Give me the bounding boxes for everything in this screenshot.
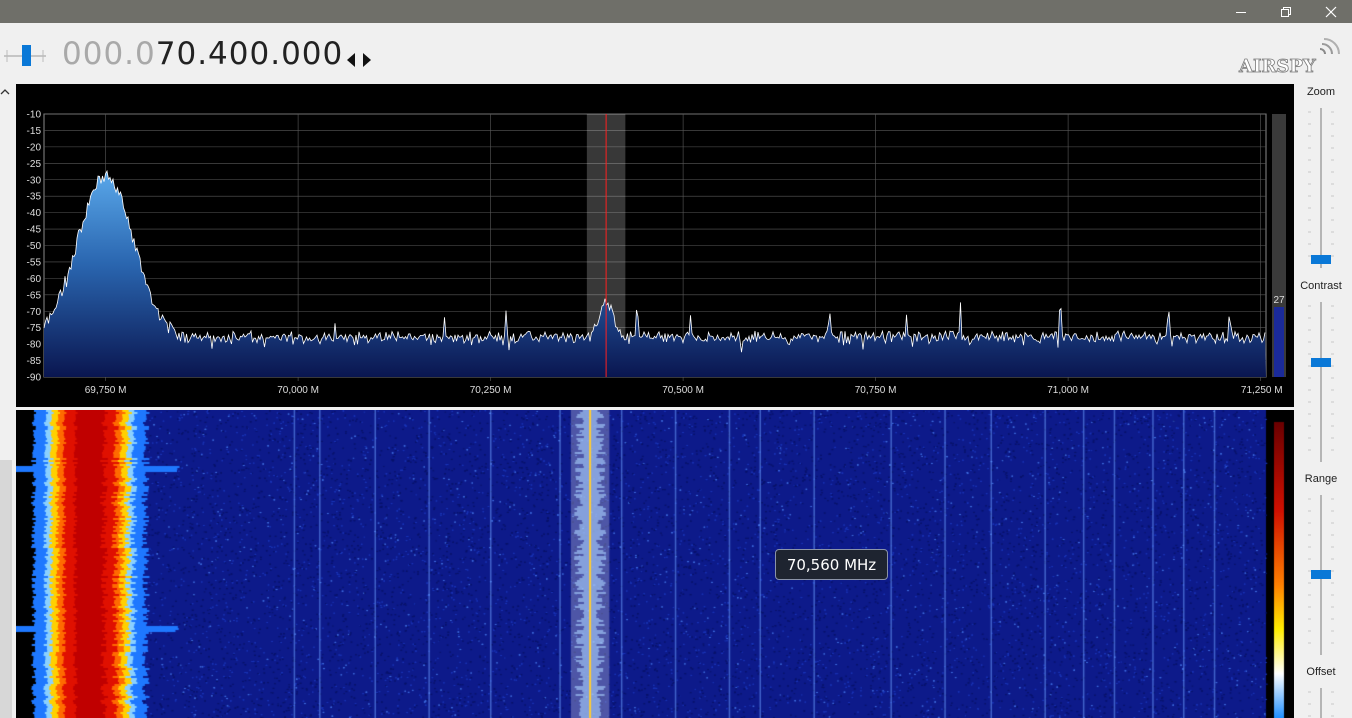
frequency-leading-digits[interactable]: 000.0 [62,36,156,72]
slider-thumb[interactable] [1311,358,1331,367]
freq-tick-label: 71,250 M [1241,385,1283,396]
freq-tick-label: 71,000 M [1047,385,1089,396]
db-tick-label: -85 [27,356,42,367]
db-tick-label: -80 [27,340,42,351]
contrast-slider[interactable] [1304,302,1338,462]
tune-right-icon[interactable] [363,53,371,67]
db-tick-label: -30 [27,175,42,186]
waterfall-canvas[interactable] [16,410,1294,718]
db-tick-label: -15 [27,126,42,137]
minimize-icon [1236,11,1246,13]
db-tick-label: -60 [27,274,42,285]
db-tick-label: -40 [27,208,42,219]
level-meter-fill [1274,307,1284,377]
db-tick-label: -35 [27,192,42,203]
close-button[interactable] [1308,0,1352,23]
start-stop-slider[interactable] [4,42,46,70]
title-bar [0,0,1352,23]
offset-slider[interactable] [1304,688,1338,718]
db-tick-label: -25 [27,159,42,170]
collapse-panel-icon[interactable] [0,86,12,102]
freq-tick-label: 70,250 M [470,385,512,396]
frequency-hover-tooltip: 70,560 MHz [775,549,888,580]
spectrum-analyzer[interactable]: -10 -15 -20 -25 -30 -35 -40 -45 -50 -55 -60 -65 -70 -… [16,84,1294,407]
slider-thumb[interactable] [22,45,31,66]
range-label: Range [1304,473,1338,485]
range-slider[interactable] [1304,495,1338,655]
contrast-label: Contrast [1300,280,1342,292]
db-tick-label: -90 [27,373,42,384]
db-tick-label: -20 [27,142,42,153]
level-meter-value: 27 [1273,295,1285,306]
spectrum-plot[interactable]: -10 -15 -20 -25 -30 -35 -40 -45 -50 -55 -60 -65 -70 -… [16,84,1294,407]
db-tick-label: -10 [27,110,42,121]
display-settings-panel: Zoom Contrast Range Offset [1298,84,1352,718]
db-tick-label: -55 [27,257,42,268]
freq-tick-label: 70,500 M [662,385,704,396]
svg-text:AIRSPY: AIRSPY [1238,56,1317,77]
spectrum-fill [44,171,1266,377]
zoom-label: Zoom [1306,86,1336,98]
offset-label: Offset [1306,666,1336,678]
slider-thumb[interactable] [1311,570,1331,579]
freq-tick-label: 70,750 M [855,385,897,396]
frequency-display[interactable]: 000.070.400.000 [62,36,343,72]
restore-icon [1281,6,1291,17]
db-tick-label: -70 [27,307,42,318]
waterfall-display[interactable] [16,410,1294,718]
tuning-arrows[interactable] [346,51,374,69]
close-icon [1325,6,1337,17]
db-tick-label: -65 [27,290,42,301]
airspy-logo: AIRSPY [1238,38,1340,77]
db-tick-label: -45 [27,225,42,236]
left-panel-scrollbar[interactable] [0,460,12,718]
restore-button[interactable] [1263,0,1309,23]
freq-tick-label: 69,750 M [85,385,127,396]
tune-left-icon[interactable] [347,53,355,67]
db-tick-label: -75 [27,323,42,334]
minimize-button[interactable] [1218,0,1264,23]
frequency-digits[interactable]: 70.400.000 [156,36,344,72]
slider-thumb[interactable] [1311,255,1331,264]
db-tick-label: -50 [27,241,42,252]
zoom-slider[interactable] [1304,108,1338,268]
freq-tick-label: 70,000 M [277,385,319,396]
